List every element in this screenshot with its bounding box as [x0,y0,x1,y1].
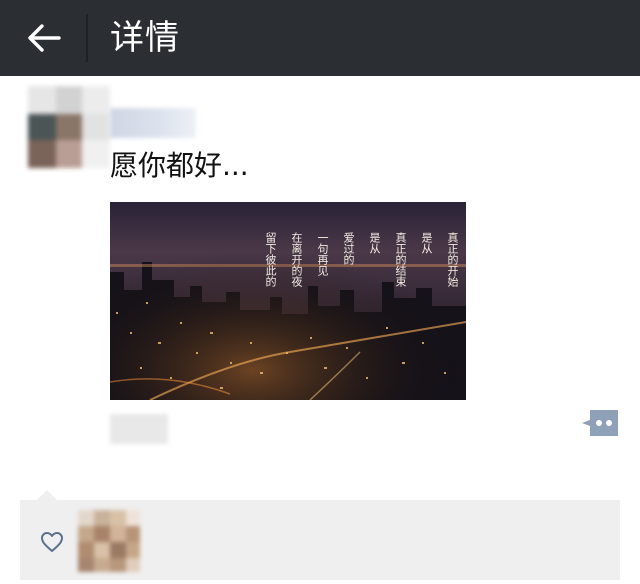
heart-outline-icon [40,530,64,554]
overlay-line: 真正的开始 [446,232,459,287]
page-title: 详情 [110,18,180,58]
overlay-line: 在离开的夜 [290,232,303,287]
top-navigation-bar: 详情 [0,0,640,76]
back-button[interactable] [22,16,66,60]
overlay-line: 爱过的 [342,232,355,265]
header-divider [86,14,88,62]
comment-dots-icon [582,410,618,436]
post-image[interactable]: 真正的开始 是从 真正的结束 是从 爱过的 一句再见 在离开的夜 留下彼此的 [110,202,466,400]
overlay-line: 是从 [420,232,433,254]
comment-button[interactable] [580,408,620,438]
overlay-line: 真正的结束 [394,232,407,287]
poster-avatar[interactable] [28,86,110,168]
arrow-left-icon [28,24,61,52]
post-time [110,414,168,444]
overlay-line: 是从 [368,232,381,254]
overlay-line: 一句再见 [316,232,329,276]
post-text: 愿你都好... [110,149,249,182]
image-overlay-text: 真正的开始 是从 真正的结束 是从 爱过的 一句再见 在离开的夜 留下彼此的 [264,232,459,352]
liker-avatar[interactable] [78,510,140,572]
poster-name[interactable] [110,108,196,138]
overlay-line: 留下彼此的 [264,232,277,287]
